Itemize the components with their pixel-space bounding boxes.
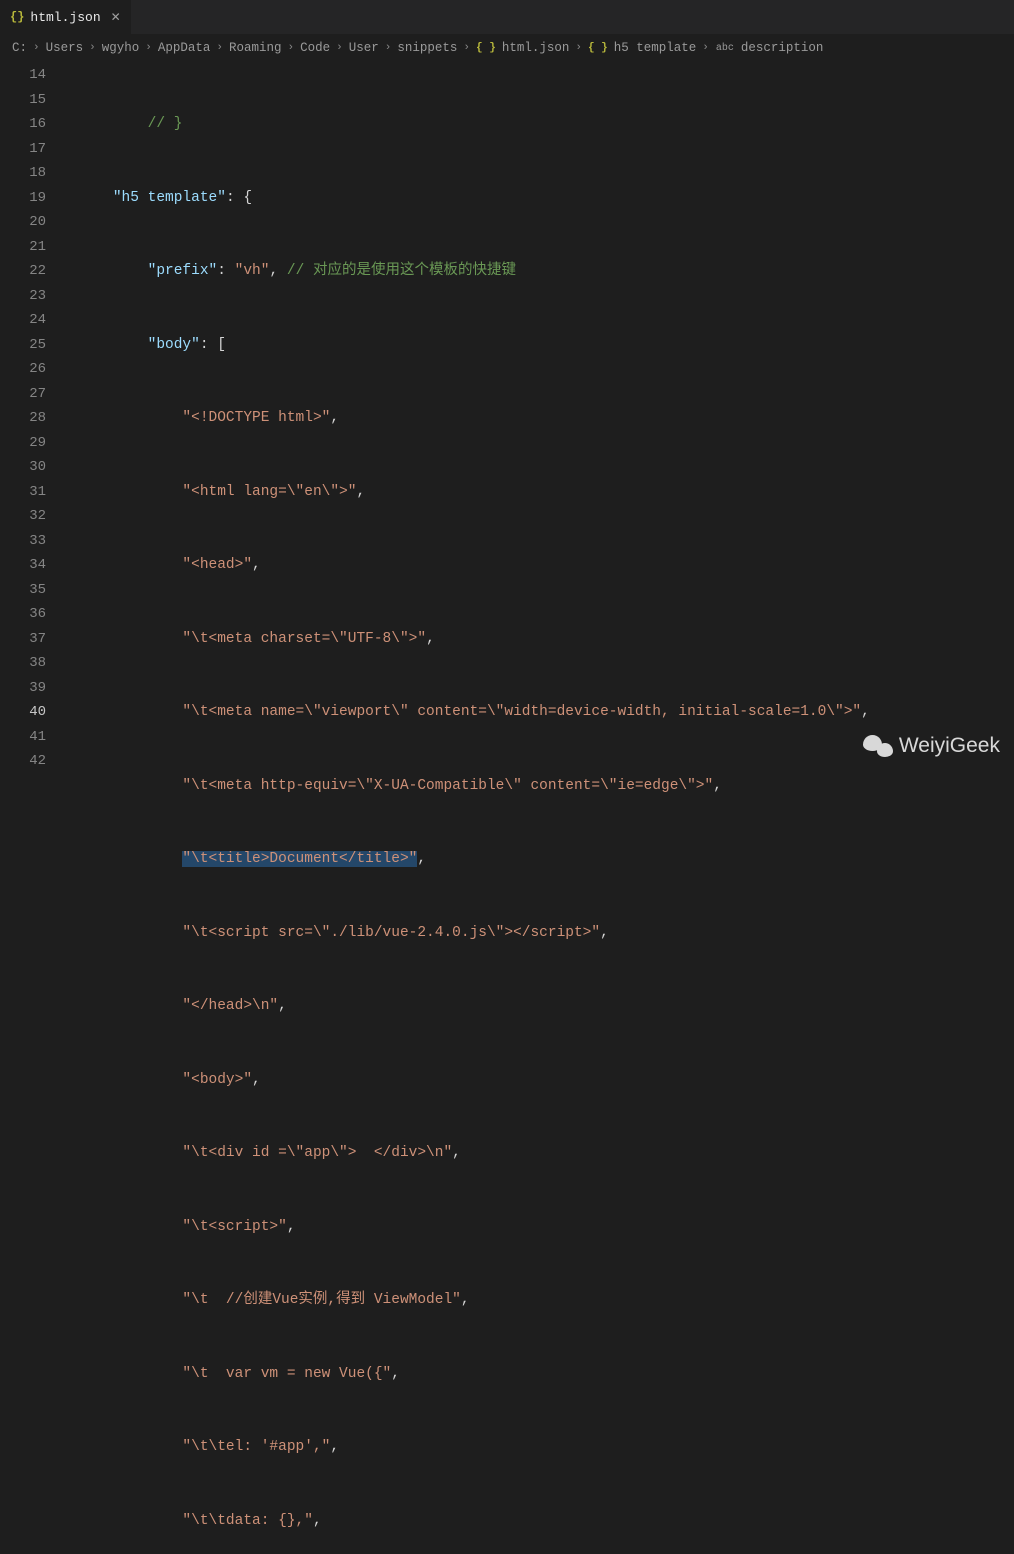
chevron-right-icon: › [385, 42, 392, 54]
line-number: 19 [0, 186, 46, 211]
line-number: 28 [0, 406, 46, 431]
line-number: 31 [0, 480, 46, 505]
line-number: 21 [0, 235, 46, 260]
line-number: 17 [0, 137, 46, 162]
crumb-h5template[interactable]: h5 template [614, 41, 697, 55]
code-line[interactable]: "body": [ [60, 333, 1014, 358]
brace-icon: { } [588, 42, 608, 54]
line-number: 20 [0, 210, 46, 235]
crumb-snippets[interactable]: snippets [397, 41, 457, 55]
code-line[interactable]: "\t var vm = new Vue({", [60, 1362, 1014, 1387]
line-number: 42 [0, 749, 46, 774]
json-icon: {} [10, 10, 24, 24]
line-number: 36 [0, 602, 46, 627]
chevron-right-icon: › [336, 42, 343, 54]
line-number: 37 [0, 627, 46, 652]
tab-label: html.json [30, 10, 100, 25]
line-number: 26 [0, 357, 46, 382]
chevron-right-icon: › [575, 42, 582, 54]
line-number: 29 [0, 431, 46, 456]
crumb-description[interactable]: description [741, 41, 824, 55]
wechat-icon [863, 733, 893, 759]
breadcrumb[interactable]: C: › Users › wgyho › AppData › Roaming › Code… [0, 35, 1014, 61]
chevron-right-icon: › [33, 42, 40, 54]
line-number: 32 [0, 504, 46, 529]
line-number: 22 [0, 259, 46, 284]
line-number: 35 [0, 578, 46, 603]
code-area[interactable]: // } "h5 template": { "prefix": "vh", //… [60, 61, 1014, 777]
code-line[interactable]: "h5 template": { [60, 186, 1014, 211]
chevron-right-icon: › [463, 42, 470, 54]
crumb-c[interactable]: C: [12, 41, 27, 55]
crumb-users[interactable]: Users [46, 41, 84, 55]
code-line[interactable]: "\t<meta name=\"viewport\" content=\"wid… [60, 700, 1014, 725]
code-line[interactable]: "<!DOCTYPE html>", [60, 406, 1014, 431]
editor[interactable]: 14 15 16 17 18 19 20 21 22 23 24 25 26 2… [0, 61, 1014, 777]
abc-icon: abc [715, 43, 735, 54]
crumb-htmljson[interactable]: html.json [502, 41, 570, 55]
crumb-user[interactable]: User [349, 41, 379, 55]
line-number: 30 [0, 455, 46, 480]
crumb-roaming[interactable]: Roaming [229, 41, 282, 55]
code-line[interactable]: "\t<div id =\"app\"> </div>\n", [60, 1141, 1014, 1166]
line-number: 24 [0, 308, 46, 333]
line-number: 25 [0, 333, 46, 358]
line-number: 41 [0, 725, 46, 750]
watermark: WeiyiGeek [863, 733, 1000, 759]
crumb-code[interactable]: Code [300, 41, 330, 55]
code-line[interactable]: "prefix": "vh", // 对应的是使用这个模板的快捷键 [60, 259, 1014, 284]
line-number: 40 [0, 700, 46, 725]
line-number: 38 [0, 651, 46, 676]
json-icon: { } [476, 42, 496, 54]
chevron-right-icon: › [216, 42, 223, 54]
code-line[interactable]: "\t<script src=\"./lib/vue-2.4.0.js\"></… [60, 921, 1014, 946]
code-line[interactable]: "\t\tdata: {},", [60, 1509, 1014, 1534]
code-line[interactable]: "\t<title>Document</title>", [60, 847, 1014, 872]
chevron-right-icon: › [702, 42, 709, 54]
code-line[interactable]: "<head>", [60, 553, 1014, 578]
line-number: 16 [0, 112, 46, 137]
watermark-label: WeiyiGeek [899, 734, 1000, 758]
line-number: 15 [0, 88, 46, 113]
tab-html-json[interactable]: {} html.json ✕ [0, 0, 132, 34]
gutter: 14 15 16 17 18 19 20 21 22 23 24 25 26 2… [0, 61, 60, 777]
code-line[interactable]: "\t //创建Vue实例,得到 ViewModel", [60, 1288, 1014, 1313]
code-line[interactable]: "</head>\n", [60, 994, 1014, 1019]
code-line[interactable]: "\t<meta http-equiv=\"X-UA-Compatible\" … [60, 774, 1014, 799]
line-number: 39 [0, 676, 46, 701]
line-number: 23 [0, 284, 46, 309]
chevron-right-icon: › [145, 42, 152, 54]
code-line[interactable]: // } [60, 112, 1014, 137]
code-line[interactable]: "\t<script>", [60, 1215, 1014, 1240]
code-line[interactable]: "\t<meta charset=\"UTF-8\">", [60, 627, 1014, 652]
crumb-wgyho[interactable]: wgyho [102, 41, 140, 55]
chevron-right-icon: › [89, 42, 96, 54]
tab-bar: {} html.json ✕ [0, 0, 1014, 35]
line-number: 14 [0, 63, 46, 88]
close-icon[interactable]: ✕ [107, 10, 121, 25]
code-line[interactable]: "\t\tel: '#app',", [60, 1435, 1014, 1460]
line-number: 33 [0, 529, 46, 554]
line-number: 27 [0, 382, 46, 407]
chevron-right-icon: › [288, 42, 295, 54]
line-number: 18 [0, 161, 46, 186]
code-line[interactable]: "<html lang=\"en\">", [60, 480, 1014, 505]
code-line[interactable]: "<body>", [60, 1068, 1014, 1093]
line-number: 34 [0, 553, 46, 578]
crumb-appdata[interactable]: AppData [158, 41, 211, 55]
